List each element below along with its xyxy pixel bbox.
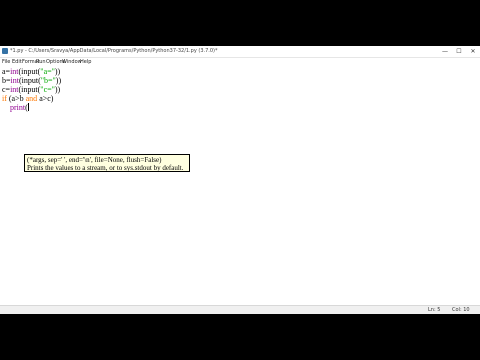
code-editor[interactable]: a=int(input("a=")) b=int(input("b=")) c=… <box>0 67 480 305</box>
calltip-popup: (*args, sep=' ', end='\n', file=None, fl… <box>24 154 190 172</box>
menu-file[interactable]: File <box>2 58 10 66</box>
minimize-button[interactable]: — <box>438 46 452 57</box>
calltip-signature: (*args, sep=' ', end='\n', file=None, fl… <box>27 156 162 164</box>
menu-window[interactable]: Window <box>62 58 82 66</box>
code-line-1: a=int(input("a=")) <box>2 67 61 76</box>
code-line-4: if (a>b and a>c) <box>2 94 54 103</box>
code-line-2: b=int(input("b=")) <box>2 76 62 85</box>
status-line: Ln: 5 <box>428 307 441 313</box>
maximize-button[interactable]: ☐ <box>452 46 466 57</box>
status-bar: Ln: 5 Col: 10 <box>0 305 480 314</box>
python-app-icon <box>2 48 8 54</box>
idle-editor-window: *1.py - C:/Users/Sravya/AppData/Local/Pr… <box>0 46 480 314</box>
code-line-3: c=int(input("c=")) <box>2 85 61 94</box>
menu-help[interactable]: Help <box>80 58 91 66</box>
code-line-5: print( <box>10 103 29 112</box>
menu-run[interactable]: Run <box>36 58 46 66</box>
title-bar[interactable]: *1.py - C:/Users/Sravya/AppData/Local/Pr… <box>0 46 480 58</box>
text-cursor <box>27 103 29 111</box>
close-button[interactable]: ✕ <box>466 46 480 57</box>
window-title: *1.py - C:/Users/Sravya/AppData/Local/Pr… <box>10 48 218 54</box>
menu-edit[interactable]: Edit <box>12 58 22 66</box>
status-col: Col: 10 <box>452 307 470 313</box>
calltip-doc: Prints the values to a stream, or to sys… <box>27 164 184 172</box>
menu-bar: File Edit Format Run Options Window Help <box>0 58 480 66</box>
